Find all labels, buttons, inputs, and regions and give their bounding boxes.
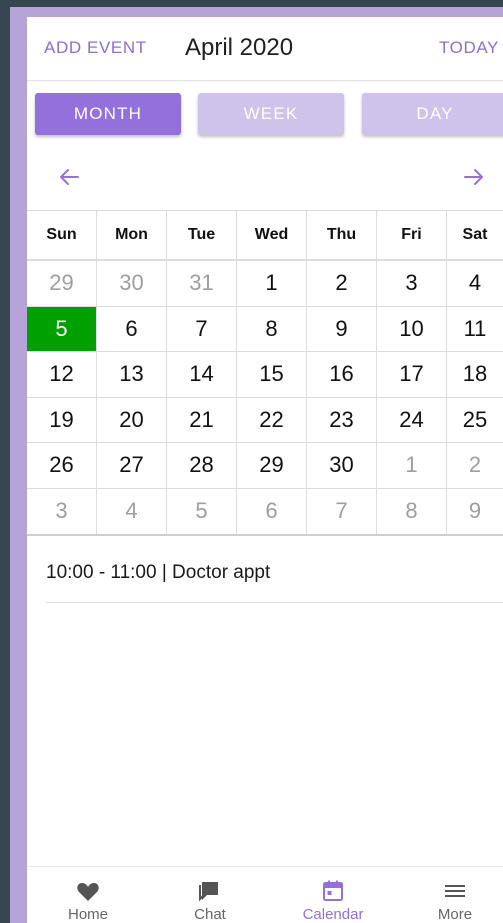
nav-home-label: Home <box>67 906 108 923</box>
week-row: 19 20 21 22 23 24 25 <box>27 397 503 443</box>
day-cell[interactable]: 29 <box>237 443 307 488</box>
calendar-app: ADD EVENT April 2020 TODAY MONTH WEEK DA… <box>27 17 503 923</box>
day-cell[interactable]: 11 <box>447 307 503 352</box>
day-cell[interactable]: 5 <box>167 488 237 534</box>
arrow-right-icon <box>464 169 483 185</box>
day-cell[interactable]: 23 <box>307 397 377 442</box>
nav-chat-label: Chat <box>194 906 226 923</box>
weekday-header: Thu <box>307 211 377 259</box>
nav-more-label: More <box>437 906 473 923</box>
day-cell[interactable]: 27 <box>97 443 167 488</box>
weekday-header: Sun <box>27 211 97 259</box>
chat-icon <box>199 882 218 902</box>
week-row: 3 4 5 6 7 8 9 <box>27 488 503 535</box>
month-view-button[interactable]: MONTH <box>35 93 181 135</box>
day-cell[interactable]: 2 <box>307 261 377 306</box>
week-row: 29 30 31 1 2 3 4 <box>27 261 503 307</box>
day-cell[interactable]: 7 <box>167 306 237 351</box>
day-cell[interactable]: 6 <box>97 306 167 351</box>
nav-calendar[interactable]: Calendar <box>278 867 388 923</box>
week-row: 5 6 7 8 9 10 11 <box>27 306 503 352</box>
day-cell[interactable]: 12 <box>27 352 97 397</box>
week-row: 12 13 14 15 16 17 18 <box>27 352 503 398</box>
day-cell[interactable]: 16 <box>307 352 377 397</box>
day-cell[interactable]: 3 <box>377 261 447 306</box>
day-cell[interactable]: 9 <box>447 489 503 535</box>
weekday-header-row: Sun Mon Tue Wed Thu Fri Sat <box>27 211 503 261</box>
day-cell[interactable]: 18 <box>447 352 503 397</box>
nav-calendar-label: Calendar <box>302 906 364 923</box>
nav-home[interactable]: Home <box>33 867 143 923</box>
weekday-header: Wed <box>237 211 307 259</box>
day-cell[interactable]: 1 <box>377 443 447 488</box>
weekday-header: Mon <box>97 211 167 259</box>
weekday-header: Sat <box>462 226 488 243</box>
day-cell[interactable]: 17 <box>377 352 447 397</box>
next-month-button[interactable] <box>459 162 489 192</box>
selected-day-cell[interactable]: 5 <box>27 306 97 351</box>
day-cell[interactable]: 8 <box>377 488 447 534</box>
day-cell[interactable]: 2 <box>447 443 503 488</box>
day-cell[interactable]: 31 <box>167 261 237 306</box>
day-cell[interactable]: 22 <box>237 397 307 442</box>
day-cell[interactable]: 14 <box>167 352 237 397</box>
day-cell[interactable]: 15 <box>237 352 307 397</box>
nav-more[interactable]: More <box>400 867 503 923</box>
calendar-icon <box>323 880 343 901</box>
today-button[interactable]: TODAY <box>439 38 499 58</box>
day-cell[interactable]: 30 <box>97 261 167 306</box>
day-view-button[interactable]: DAY <box>362 93 503 135</box>
day-cell[interactable]: 13 <box>97 352 167 397</box>
month-grid: Sun Mon Tue Wed Thu Fri Sat 29 30 31 1 2… <box>27 210 503 536</box>
weekday-header: Tue <box>167 211 237 259</box>
app-header: ADD EVENT April 2020 TODAY <box>27 17 503 81</box>
day-cell[interactable]: 19 <box>27 397 97 442</box>
nav-chat[interactable]: Chat <box>155 867 265 923</box>
arrow-left-icon <box>60 169 79 185</box>
day-cell[interactable]: 25 <box>447 398 503 443</box>
heart-icon <box>77 883 99 901</box>
bottom-navigation: Home Chat Calendar More <box>27 866 503 923</box>
day-cell[interactable]: 1 <box>237 261 307 306</box>
day-cell[interactable]: 21 <box>167 397 237 442</box>
day-cell[interactable]: 9 <box>307 306 377 351</box>
page-title: April 2020 <box>185 34 294 61</box>
prev-month-button[interactable] <box>54 162 84 192</box>
day-cell[interactable]: 29 <box>27 261 97 306</box>
day-cell[interactable]: 3 <box>27 488 97 534</box>
day-cell[interactable]: 10 <box>377 306 447 351</box>
day-cell[interactable]: 24 <box>377 397 447 442</box>
day-cell[interactable]: 6 <box>237 488 307 534</box>
event-list-item[interactable]: 10:00 - 11:00 | Doctor appt <box>46 562 503 603</box>
add-event-button[interactable]: ADD EVENT <box>44 38 147 58</box>
day-cell[interactable]: 28 <box>167 443 237 488</box>
day-cell[interactable]: 4 <box>97 488 167 534</box>
week-view-button[interactable]: WEEK <box>198 93 344 135</box>
menu-icon <box>445 885 465 897</box>
day-cell[interactable]: 30 <box>307 443 377 488</box>
week-row: 26 27 28 29 30 1 2 <box>27 443 503 489</box>
day-cell[interactable]: 4 <box>447 261 503 306</box>
day-cell[interactable]: 7 <box>307 488 377 534</box>
day-cell[interactable]: 20 <box>97 397 167 442</box>
weekday-header: Fri <box>377 211 447 259</box>
day-cell[interactable]: 8 <box>237 306 307 351</box>
day-cell[interactable]: 26 <box>27 443 97 488</box>
